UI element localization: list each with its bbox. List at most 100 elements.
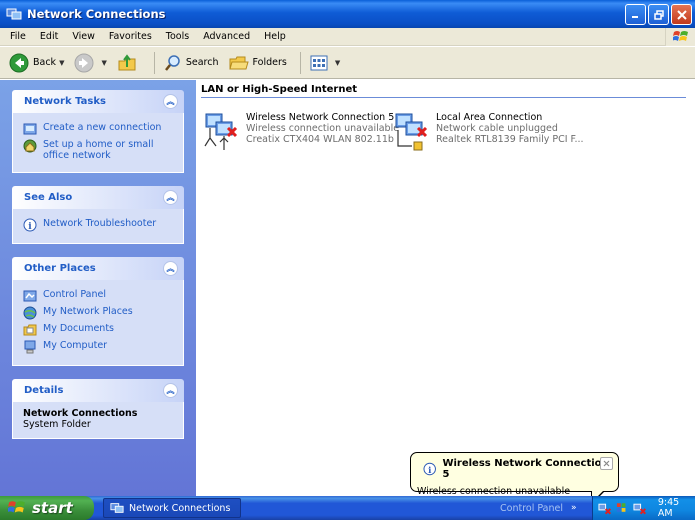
home-network-link[interactable]: Set up a home or small office network: [23, 139, 173, 161]
title-bar[interactable]: Network Connections: [0, 0, 695, 28]
my-documents-icon: [23, 324, 37, 336]
collapse-icon[interactable]: ︽: [163, 190, 178, 205]
new-connection-icon: [23, 123, 37, 135]
details-type: System Folder: [23, 419, 91, 430]
network-troubleshooter-label: Network Troubleshooter: [43, 218, 157, 229]
network-error-tray-icon[interactable]: [633, 501, 646, 515]
network-tasks-title: Network Tasks: [24, 96, 106, 107]
back-dropdown-icon[interactable]: ▼: [59, 59, 64, 67]
other-places-header[interactable]: Other Places ︽: [12, 257, 184, 280]
system-tray: 9:45 AM: [592, 496, 695, 520]
create-connection-label: Create a new connection: [43, 122, 162, 133]
search-label: Search: [185, 57, 219, 68]
toolbar: Back ▼ ▼ Search Folders ▼: [0, 47, 695, 79]
info-icon: i: [423, 462, 436, 476]
control-panel-toolbar[interactable]: Control Panel »: [500, 496, 577, 520]
see-also-header[interactable]: See Also ︽: [12, 186, 184, 209]
connection-item-lan[interactable]: Local Area Connection Network cable unpl…: [392, 112, 584, 154]
start-label: start: [32, 499, 73, 517]
start-button[interactable]: start: [0, 496, 94, 520]
folders-button[interactable]: Folders: [226, 51, 290, 75]
views-button[interactable]: ▼: [307, 51, 343, 75]
balloon-close-button[interactable]: [600, 457, 613, 470]
menu-advanced[interactable]: Advanced: [196, 31, 257, 42]
views-dropdown-icon[interactable]: ▼: [335, 59, 340, 67]
minimize-button[interactable]: [625, 4, 646, 25]
home-network-icon: [23, 139, 37, 153]
connection-device: Realtek RTL8139 Family PCI F...: [436, 134, 584, 145]
menu-favorites[interactable]: Favorites: [102, 31, 159, 42]
balloon-title: Wireless Network Connection 5: [442, 458, 609, 480]
network-troubleshooter-link[interactable]: i Network Troubleshooter: [23, 218, 173, 232]
windows-logo-icon: [8, 501, 25, 513]
security-tray-icon[interactable]: [615, 501, 628, 515]
forward-dropdown-icon[interactable]: ▼: [101, 59, 106, 67]
details-panel: Details ︽ Network Connections System Fol…: [12, 379, 184, 439]
my-computer-icon: [24, 340, 36, 354]
lan-network-disconnected-icon: [392, 112, 432, 154]
network-connections-icon: [110, 503, 124, 513]
connection-item-wireless[interactable]: Wireless Network Connection 5 Wireless c…: [202, 112, 399, 154]
group-header: LAN or High-Speed Internet: [201, 84, 686, 98]
folders-label: Folders: [252, 57, 287, 68]
see-also-panel: See Also ︽ i Network Troubleshooter: [12, 186, 184, 244]
other-places-title: Other Places: [24, 263, 96, 274]
folders-icon: [228, 56, 249, 69]
menu-edit[interactable]: Edit: [33, 31, 65, 42]
connections-view[interactable]: LAN or High-Speed Internet Wireless Netw…: [196, 80, 695, 496]
back-button[interactable]: Back ▼: [6, 51, 67, 75]
views-icon: [310, 55, 328, 70]
my-documents-label: My Documents: [43, 323, 115, 334]
collapse-icon[interactable]: ︽: [163, 383, 178, 398]
back-label: Back: [33, 57, 57, 68]
my-documents-link[interactable]: My Documents: [23, 323, 173, 337]
taskbar-button-label: Network Connections: [129, 502, 231, 514]
network-places-icon: [23, 306, 37, 320]
connection-name: Local Area Connection: [436, 112, 543, 123]
taskbar-button-network-connections[interactable]: Network Connections: [103, 498, 241, 518]
clock[interactable]: 9:45 AM: [658, 497, 695, 519]
taskbar: start Network Connections Control Panel …: [0, 496, 695, 520]
details-title: Details: [24, 385, 64, 396]
home-network-label: Set up a home or small office network: [43, 139, 154, 161]
my-computer-label: My Computer: [43, 340, 108, 351]
toolbar-separator: [299, 51, 301, 74]
network-error-tray-icon[interactable]: [598, 501, 612, 515]
my-computer-link[interactable]: My Computer: [23, 340, 173, 354]
notification-balloon[interactable]: i Wireless Network Connection 5 Wireless…: [410, 452, 619, 505]
close-icon: [676, 9, 687, 20]
window-title: Network Connections: [27, 7, 166, 21]
collapse-icon[interactable]: ︽: [163, 94, 178, 109]
details-header[interactable]: Details ︽: [12, 379, 184, 402]
control-panel-toolbar-label: Control Panel: [500, 502, 563, 514]
menu-tools[interactable]: Tools: [159, 31, 196, 42]
search-button[interactable]: Search: [161, 51, 222, 75]
chevron-icon[interactable]: »: [571, 503, 577, 513]
connection-status: Network cable unplugged: [436, 123, 558, 134]
create-connection-link[interactable]: Create a new connection: [23, 122, 173, 136]
info-icon: i: [23, 218, 37, 232]
control-panel-label: Control Panel: [43, 289, 106, 300]
menu-bar: File Edit View Favorites Tools Advanced …: [0, 28, 695, 46]
connection-device: Creatix CTX404 WLAN 802.11b: [246, 134, 394, 145]
collapse-icon[interactable]: ︽: [163, 261, 178, 276]
network-connections-icon: [6, 8, 22, 20]
menu-help[interactable]: Help: [257, 31, 293, 42]
menu-view[interactable]: View: [65, 31, 102, 42]
toolbar-separator: [153, 51, 155, 74]
menu-file[interactable]: File: [3, 31, 33, 42]
minimize-icon: [632, 16, 638, 18]
forward-arrow-icon: [74, 53, 94, 72]
up-folder-button[interactable]: [114, 51, 144, 75]
wireless-network-disabled-icon: [202, 112, 242, 154]
my-network-places-link[interactable]: My Network Places: [23, 306, 173, 320]
close-button[interactable]: [671, 4, 692, 25]
restore-icon: [653, 9, 664, 20]
network-tasks-header[interactable]: Network Tasks ︽: [12, 90, 184, 113]
maximize-button[interactable]: [648, 4, 669, 25]
control-panel-link[interactable]: Control Panel: [23, 289, 173, 303]
back-arrow-icon: [9, 53, 29, 72]
other-places-panel: Other Places ︽ Control Panel My Network …: [12, 257, 184, 366]
forward-button[interactable]: ▼: [71, 51, 109, 75]
windows-logo-icon: [665, 28, 695, 46]
